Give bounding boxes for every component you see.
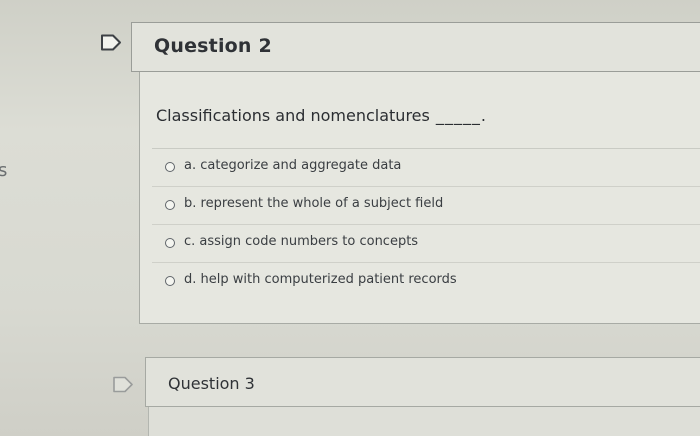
answer-label-c[interactable]: c. assign code numbers to concepts: [184, 234, 418, 249]
question-2-blank: _____.: [435, 106, 487, 125]
flag-question-3-icon[interactable]: [112, 376, 134, 393]
answer-option-b[interactable]: b. represent the whole of a subject fiel…: [152, 186, 700, 224]
question-3-body: [148, 407, 700, 436]
question-3-title: Question 3: [168, 374, 255, 393]
left-edge-fragment: s: [0, 160, 8, 181]
answer-option-c[interactable]: c. assign code numbers to concepts: [152, 224, 700, 262]
answer-option-d[interactable]: d. help with computerized patient record…: [152, 262, 700, 300]
answer-label-a[interactable]: a. categorize and aggregate data: [184, 158, 401, 173]
question-2-prompt: Classifications and nomenclatures: [156, 106, 430, 125]
answer-options: a. categorize and aggregate data b. repr…: [152, 148, 700, 300]
question-2-header: Question 2: [131, 22, 700, 72]
question-3-header: Question 3: [145, 357, 700, 407]
question-2-text: Classifications and nomenclatures _____.: [156, 106, 487, 125]
answer-label-b[interactable]: b. represent the whole of a subject fiel…: [184, 196, 443, 211]
radio-button-a[interactable]: [165, 162, 175, 172]
answer-option-a[interactable]: a. categorize and aggregate data: [152, 148, 700, 186]
flag-question-icon[interactable]: [100, 34, 122, 51]
question-2-body: Classifications and nomenclatures _____. …: [139, 72, 700, 324]
answer-label-d[interactable]: d. help with computerized patient record…: [184, 272, 457, 287]
radio-button-b[interactable]: [165, 200, 175, 210]
radio-button-d[interactable]: [165, 276, 175, 286]
radio-button-c[interactable]: [165, 238, 175, 248]
question-2-title: Question 2: [154, 35, 272, 57]
